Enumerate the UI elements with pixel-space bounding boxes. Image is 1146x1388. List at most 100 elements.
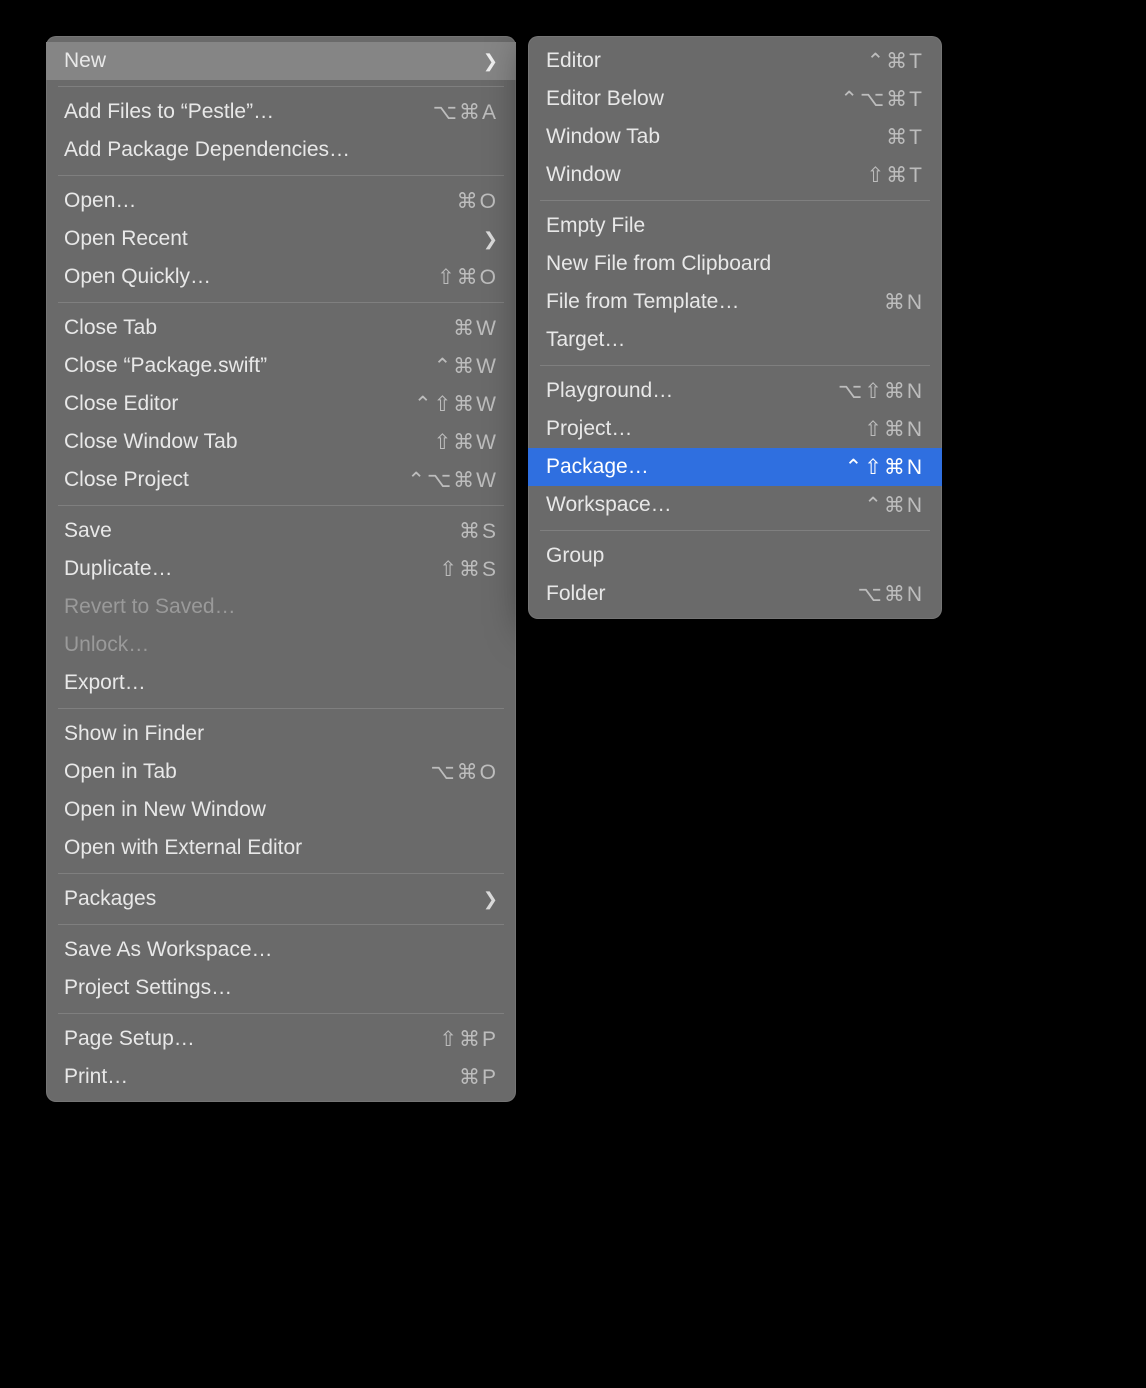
menu-item-label: Window (546, 163, 621, 187)
menu-item-shortcut: ⌃⌥⌘T (840, 87, 924, 112)
menu-item-label: New (64, 49, 106, 73)
menu-item-label: Open… (64, 189, 136, 213)
menu-item-page-setup[interactable]: Page Setup… ⇧⌘P (46, 1020, 516, 1058)
menu-item-label: Close Tab (64, 316, 157, 340)
menu-item-packages[interactable]: Packages ❯ (46, 880, 516, 918)
menu-item-label: Workspace… (546, 493, 672, 517)
submenu-item-package[interactable]: Package… ⌃⇧⌘N (528, 448, 942, 486)
menu-item-label: Close “Package.swift” (64, 354, 267, 378)
menu-item-label: Save As Workspace… (64, 938, 273, 962)
menu-item-label: Open in Tab (64, 760, 177, 784)
menu-item-shortcut: ⇧⌘N (864, 417, 924, 442)
menu-separator (58, 505, 504, 506)
menu-item-shortcut: ⌃⌘T (867, 49, 924, 74)
submenu-item-window[interactable]: Window ⇧⌘T (528, 156, 942, 194)
menu-item-label: Add Package Dependencies… (64, 138, 350, 162)
menu-item-add-package-deps[interactable]: Add Package Dependencies… (46, 131, 516, 169)
menu-item-project-settings[interactable]: Project Settings… (46, 969, 516, 1007)
menu-item-open[interactable]: Open… ⌘O (46, 182, 516, 220)
menu-item-shortcut: ⇧⌘S (439, 557, 498, 582)
menu-item-label: Add Files to “Pestle”… (64, 100, 274, 124)
menu-item-shortcut: ⌥⇧⌘N (838, 379, 924, 404)
submenu-item-editor[interactable]: Editor ⌃⌘T (528, 42, 942, 80)
menu-item-shortcut: ⌃⇧⌘W (414, 392, 498, 417)
chevron-right-icon: ❯ (483, 229, 498, 250)
submenu-item-folder[interactable]: Folder ⌥⌘N (528, 575, 942, 613)
menu-item-label: Editor Below (546, 87, 664, 111)
menu-item-close-window-tab[interactable]: Close Window Tab ⇧⌘W (46, 423, 516, 461)
menu-item-label: Project… (546, 417, 632, 441)
menu-item-label: Close Project (64, 468, 189, 492)
submenu-item-workspace[interactable]: Workspace… ⌃⌘N (528, 486, 942, 524)
menu-item-label: Close Editor (64, 392, 178, 416)
menu-separator (540, 200, 930, 201)
menu-item-shortcut: ⌘N (884, 290, 924, 315)
menu-separator (540, 365, 930, 366)
menu-item-label: Revert to Saved… (64, 595, 236, 619)
submenu-item-new-file-clipboard[interactable]: New File from Clipboard (528, 245, 942, 283)
menu-item-open-recent[interactable]: Open Recent ❯ (46, 220, 516, 258)
menu-item-label: Empty File (546, 214, 645, 238)
menu-item-shortcut: ⌃⇧⌘N (845, 455, 924, 480)
menu-item-shortcut: ⌘O (457, 189, 498, 214)
menu-item-open-external-editor[interactable]: Open with External Editor (46, 829, 516, 867)
menu-item-label: Duplicate… (64, 557, 173, 581)
menu-item-open-in-new-window[interactable]: Open in New Window (46, 791, 516, 829)
menu-item-shortcut: ⇧⌘P (439, 1027, 498, 1052)
submenu-item-playground[interactable]: Playground… ⌥⇧⌘N (528, 372, 942, 410)
file-menu: New ❯ Add Files to “Pestle”… ⌥⌘A Add Pac… (46, 36, 516, 1102)
menu-item-label: File from Template… (546, 290, 739, 314)
menu-item-duplicate[interactable]: Duplicate… ⇧⌘S (46, 550, 516, 588)
submenu-item-editor-below[interactable]: Editor Below ⌃⌥⌘T (528, 80, 942, 118)
menu-item-revert: Revert to Saved… (46, 588, 516, 626)
menu-separator (58, 708, 504, 709)
submenu-item-window-tab[interactable]: Window Tab ⌘T (528, 118, 942, 156)
menu-item-shortcut: ⇧⌘W (434, 430, 498, 455)
menu-item-close-editor[interactable]: Close Editor ⌃⇧⌘W (46, 385, 516, 423)
menu-item-shortcut: ⇧⌘O (437, 265, 498, 290)
menu-item-label: Window Tab (546, 125, 660, 149)
submenu-item-target[interactable]: Target… (528, 321, 942, 359)
menu-item-shortcut: ⌥⌘N (858, 582, 924, 607)
menu-item-close-file[interactable]: Close “Package.swift” ⌃⌘W (46, 347, 516, 385)
menu-item-shortcut: ⌃⌘W (434, 354, 498, 379)
menu-item-shortcut: ⇧⌘T (867, 163, 924, 188)
menu-item-label: New File from Clipboard (546, 252, 771, 276)
menu-separator (58, 924, 504, 925)
menu-item-add-files[interactable]: Add Files to “Pestle”… ⌥⌘A (46, 93, 516, 131)
menu-item-save-as-workspace[interactable]: Save As Workspace… (46, 931, 516, 969)
chevron-right-icon: ❯ (483, 51, 498, 72)
menu-separator (58, 86, 504, 87)
submenu-item-empty-file[interactable]: Empty File (528, 207, 942, 245)
menu-item-label: Playground… (546, 379, 673, 403)
menu-item-label: Unlock… (64, 633, 149, 657)
menu-separator (58, 302, 504, 303)
menu-item-show-in-finder[interactable]: Show in Finder (46, 715, 516, 753)
menu-item-open-quickly[interactable]: Open Quickly… ⇧⌘O (46, 258, 516, 296)
menu-separator (58, 1013, 504, 1014)
menu-item-shortcut: ⌘P (459, 1065, 498, 1090)
new-submenu: Editor ⌃⌘T Editor Below ⌃⌥⌘T Window Tab … (528, 36, 942, 619)
menu-item-label: Packages (64, 887, 156, 911)
menu-item-label: Export… (64, 671, 146, 695)
menu-item-export[interactable]: Export… (46, 664, 516, 702)
menu-item-label: Editor (546, 49, 601, 73)
submenu-item-group[interactable]: Group (528, 537, 942, 575)
menu-item-print[interactable]: Print… ⌘P (46, 1058, 516, 1096)
menu-item-open-in-tab[interactable]: Open in Tab ⌥⌘O (46, 753, 516, 791)
menu-separator (58, 175, 504, 176)
menu-item-close-tab[interactable]: Close Tab ⌘W (46, 309, 516, 347)
menu-separator (540, 530, 930, 531)
menu-item-shortcut: ⌘W (453, 316, 498, 341)
menu-item-save[interactable]: Save ⌘S (46, 512, 516, 550)
menu-item-new[interactable]: New ❯ (46, 42, 516, 80)
menu-item-label: Project Settings… (64, 976, 232, 1000)
menu-item-shortcut: ⌥⌘A (433, 100, 498, 125)
menu-item-label: Package… (546, 455, 649, 479)
menu-item-label: Folder (546, 582, 606, 606)
submenu-item-file-from-template[interactable]: File from Template… ⌘N (528, 283, 942, 321)
submenu-item-project[interactable]: Project… ⇧⌘N (528, 410, 942, 448)
menu-item-shortcut: ⌘T (886, 125, 924, 150)
menu-item-shortcut: ⌃⌘N (864, 493, 924, 518)
menu-item-close-project[interactable]: Close Project ⌃⌥⌘W (46, 461, 516, 499)
